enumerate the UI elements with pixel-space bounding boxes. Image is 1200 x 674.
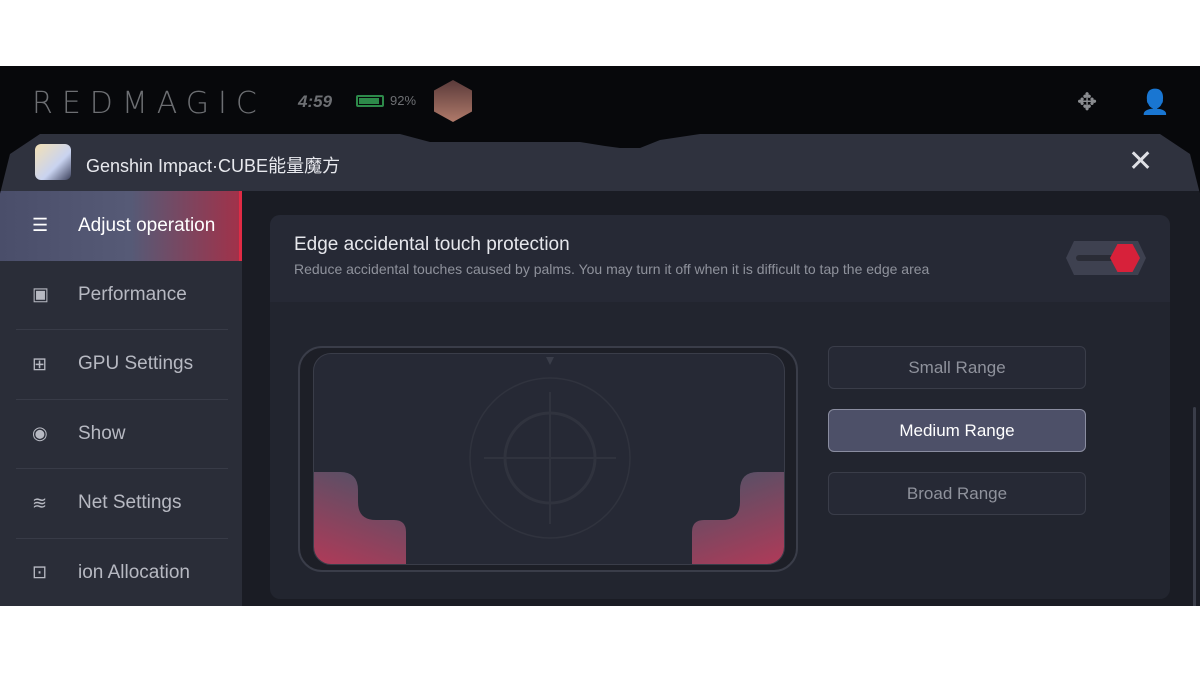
sidebar-item-net-settings[interactable]: ≋ Net Settings	[16, 469, 228, 539]
chip-icon: ▣	[32, 284, 50, 305]
sidebar-item-adjust-operation[interactable]: ☰ Adjust operation	[0, 191, 242, 261]
gpu-icon: ⊞	[32, 353, 48, 374]
sidebar-item-allocation[interactable]: ⊡ ion Allocation	[16, 539, 228, 607]
battery-percent: 92%	[390, 93, 417, 108]
game-panel: Genshin Impact·CUBE能量魔方 ✕ ☰ Adjust operat…	[0, 134, 1200, 606]
user-icon[interactable]: 👤	[1140, 88, 1170, 117]
wifi-icon: ≋	[32, 492, 48, 513]
screen: REDMAGIC 4:59 92% ✥ 👤 Genshin Impact·CUB…	[0, 66, 1200, 606]
brand-logo: REDMAGIC	[32, 86, 266, 121]
edge-protection-toggle[interactable]	[1066, 241, 1146, 275]
sidebar-item-gpu-settings[interactable]: ⊞ GPU Settings	[16, 330, 228, 400]
close-button[interactable]: ✕	[1128, 144, 1153, 179]
app-icon	[35, 144, 71, 180]
sidebar-item-performance[interactable]: ▣ Performance	[16, 261, 228, 330]
sidebar-item-label: ion Allocation	[78, 561, 190, 583]
phone-preview	[298, 346, 798, 572]
sidebar-item-label: Performance	[78, 283, 187, 305]
sidebar-item-label: GPU Settings	[78, 353, 194, 375]
main-content: Edge accidental touch protection Reduce …	[242, 191, 1200, 606]
broad-range-button[interactable]: Broad Range	[828, 472, 1086, 515]
phone-screen	[313, 353, 785, 565]
card-header: Edge accidental touch protection Reduce …	[270, 215, 1170, 302]
avatar[interactable]	[434, 80, 472, 122]
sidebar: ☰ Adjust operation ▣ Performance ⊞ GPU Sett…	[0, 191, 242, 606]
scrollbar[interactable]	[1193, 407, 1196, 606]
edge-protection-card: Edge accidental touch protection Reduce …	[270, 215, 1170, 599]
setting-description: Reduce accidental touches caused by palm…	[294, 261, 930, 277]
gamepad-icon[interactable]: ✥	[1077, 88, 1097, 117]
sliders-icon: ☰	[32, 215, 49, 236]
sidebar-item-label: Adjust operation	[78, 214, 216, 236]
battery-icon	[356, 95, 384, 107]
app-title: Genshin Impact·CUBE能量魔方	[86, 156, 341, 176]
status-bar: REDMAGIC 4:59 92% ✥ 👤	[0, 66, 1200, 136]
eye-icon: ◉	[32, 423, 48, 444]
medium-range-button[interactable]: Medium Range	[828, 409, 1086, 452]
setting-title: Edge accidental touch protection	[294, 234, 570, 255]
clock: 4:59	[298, 92, 333, 111]
apps-icon: ⊡	[32, 562, 48, 583]
title-bar: Genshin Impact·CUBE能量魔方 ✕	[0, 134, 1200, 191]
sidebar-item-label: Net Settings	[78, 492, 182, 514]
sidebar-item-show[interactable]: ◉ Show	[16, 400, 228, 469]
small-range-button[interactable]: Small Range	[828, 346, 1086, 389]
sidebar-item-label: Show	[78, 422, 126, 444]
